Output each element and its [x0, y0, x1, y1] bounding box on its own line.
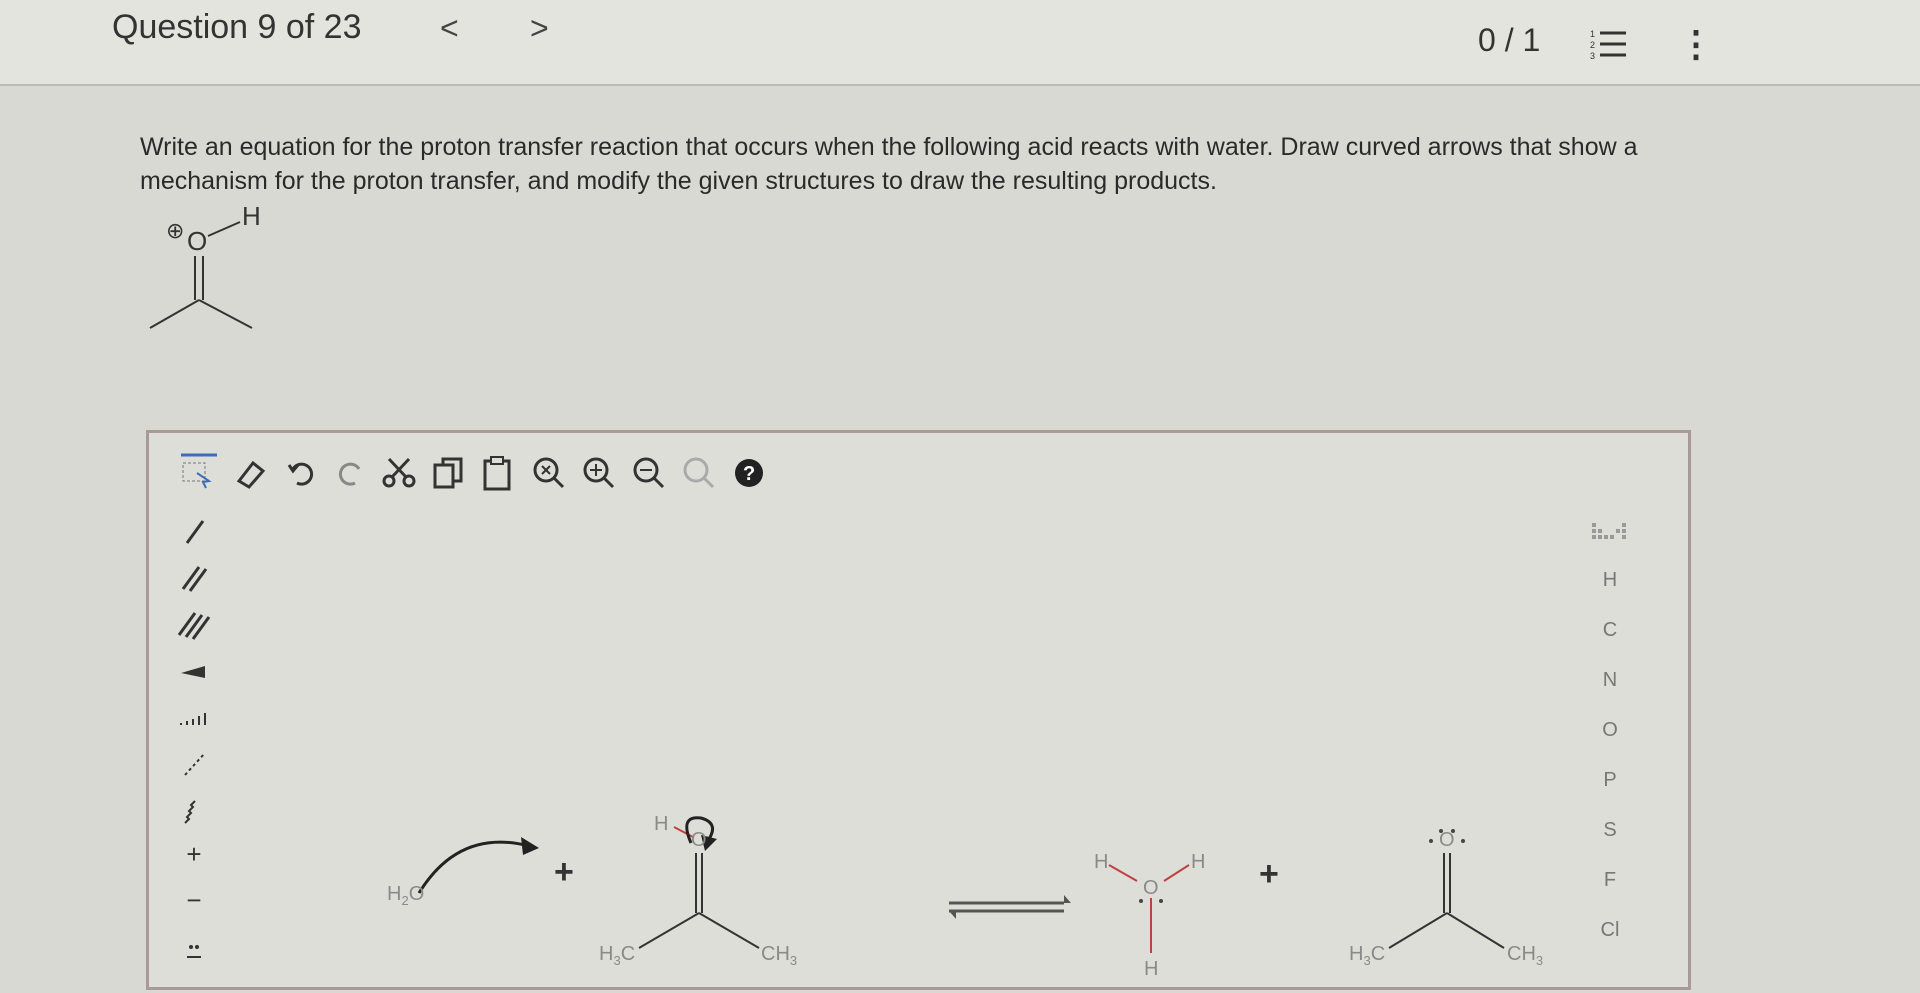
zoom-out-icon[interactable]: [629, 453, 669, 493]
question-header: Question 9 of 23 < > 0 / 1 1 2 3 ⋮: [0, 0, 1920, 86]
svg-text:2: 2: [1590, 40, 1595, 50]
element-o-button[interactable]: O: [1580, 719, 1640, 742]
svg-text:?: ?: [743, 463, 755, 485]
redo-icon[interactable]: [329, 453, 369, 493]
hydronium-hydrogen-3[interactable]: H: [1144, 958, 1158, 981]
dashed-bond-icon[interactable]: [167, 745, 221, 783]
product-methyl-right[interactable]: CH3: [1507, 943, 1543, 968]
next-question-button[interactable]: >: [530, 10, 549, 47]
paste-icon[interactable]: [477, 453, 517, 493]
oxygen-atom: O: [187, 226, 207, 256]
wavy-bond-icon[interactable]: [167, 793, 221, 831]
wedge-bond-icon[interactable]: [167, 653, 221, 691]
list-icon[interactable]: 1 2 3: [1590, 28, 1628, 62]
copy-icon[interactable]: [429, 453, 469, 493]
bond-tools: + −: [167, 513, 227, 993]
svg-text:1: 1: [1590, 29, 1595, 39]
zoom-in-icon[interactable]: [579, 453, 619, 493]
double-bond-icon[interactable]: [167, 559, 221, 597]
negative-charge-icon[interactable]: −: [167, 885, 221, 923]
lone-pair-icon[interactable]: [167, 931, 221, 969]
triple-bond-icon[interactable]: [167, 605, 221, 643]
hydronium-hydrogen-2[interactable]: H: [1191, 851, 1205, 874]
element-h-button[interactable]: H: [1580, 569, 1640, 592]
given-molecule: ⊕ O H: [149, 201, 261, 329]
help-icon[interactable]: ?: [729, 453, 769, 493]
reactant-methyl-left[interactable]: H3C: [599, 943, 635, 968]
zoom-reset-icon[interactable]: [529, 453, 569, 493]
canvas-bonds: [417, 816, 1505, 953]
question-counter: Question 9 of 23: [112, 8, 362, 46]
reactant-hydrogen[interactable]: H: [654, 813, 668, 836]
product-oxygen[interactable]: O: [1439, 829, 1455, 852]
periodic-table-icon[interactable]: [1592, 519, 1628, 547]
question-prompt: Write an equation for the proton transfe…: [140, 133, 1638, 195]
undo-icon[interactable]: [283, 453, 323, 493]
positive-charge-symbol: ⊕: [166, 219, 184, 244]
hydrogen-atom: H: [242, 201, 261, 231]
structure-editor[interactable]: ? + − H C N O P S F Cl H2O + H O H3C CH3…: [146, 430, 1691, 990]
more-vertical-icon[interactable]: ⋮: [1678, 26, 1714, 62]
plus-sign-products: +: [1259, 855, 1279, 893]
select-lasso-icon[interactable]: [179, 453, 219, 493]
score-display: 0 / 1: [1478, 22, 1541, 58]
previous-question-button[interactable]: <: [440, 10, 459, 47]
eraser-icon[interactable]: [231, 453, 271, 493]
hydronium-oxygen[interactable]: O: [1143, 877, 1159, 900]
hash-bond-icon[interactable]: [167, 699, 221, 737]
reactant-oxygen[interactable]: O: [691, 829, 707, 852]
element-c-button[interactable]: C: [1580, 619, 1640, 642]
svg-text:3: 3: [1590, 51, 1595, 61]
product-methyl-left[interactable]: H3C: [1349, 943, 1385, 968]
water-molecule[interactable]: H2O: [387, 883, 424, 908]
element-n-button[interactable]: N: [1580, 669, 1640, 692]
single-bond-icon[interactable]: [167, 513, 221, 551]
curved-arrow-1: [417, 840, 530, 894]
reactant-methyl-right[interactable]: CH3: [761, 943, 797, 968]
positive-charge-icon[interactable]: +: [167, 839, 221, 877]
plus-sign-reactants: +: [554, 853, 574, 891]
editor-toolbar: ?: [179, 453, 979, 503]
cut-icon[interactable]: [379, 453, 419, 493]
hydronium-hydrogen-1[interactable]: H: [1094, 851, 1108, 874]
zoom-fit-icon[interactable]: [679, 453, 719, 493]
drawing-canvas[interactable]: H2O + H O H3C CH3 H H O H + O H3C CH3: [329, 773, 1629, 993]
